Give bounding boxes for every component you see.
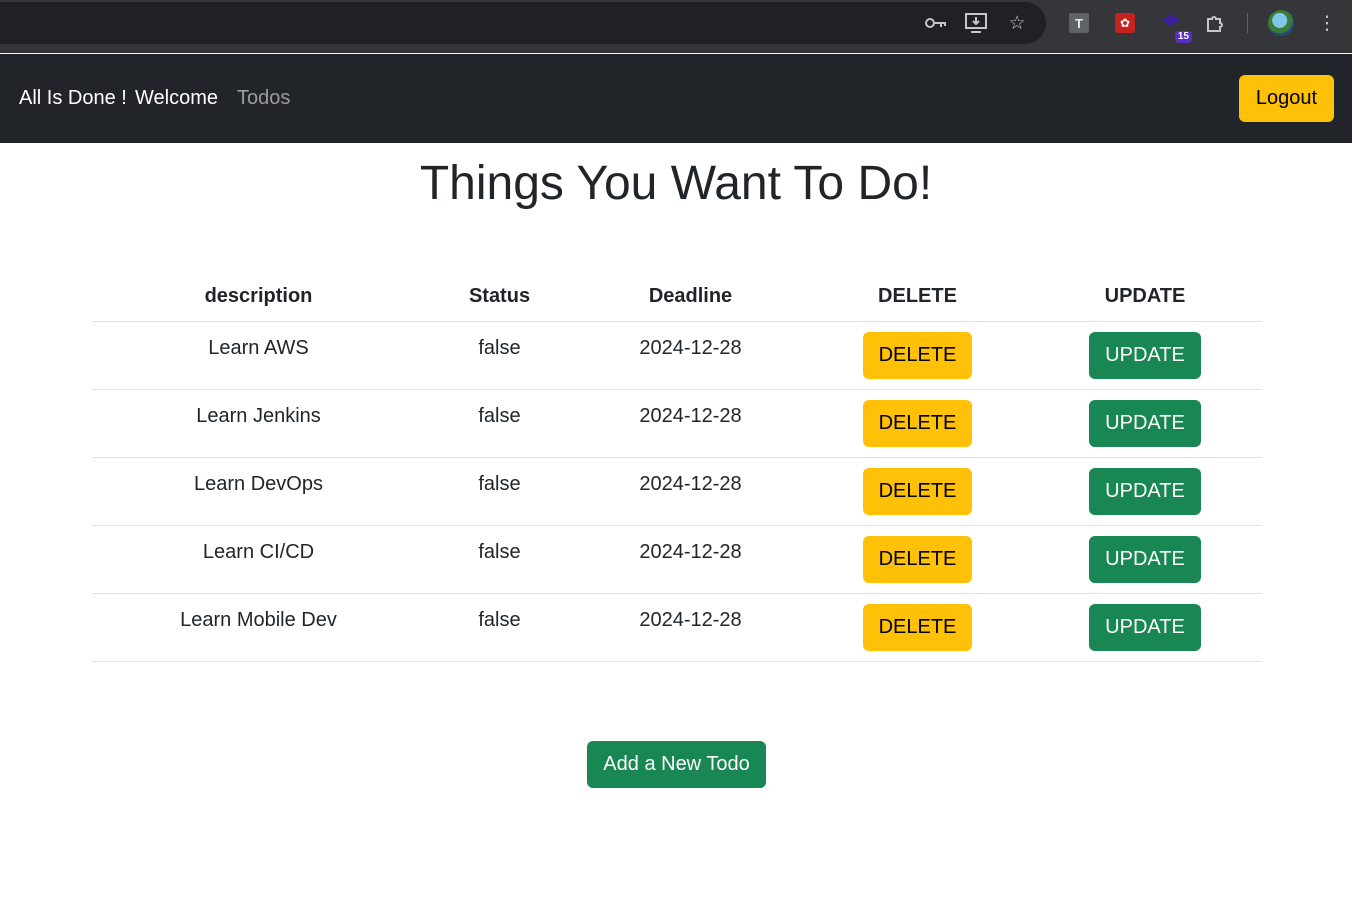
delete-button[interactable]: DELETE <box>862 399 973 447</box>
delete-cell: DELETE <box>807 457 1028 526</box>
todo-deadline: 2024-12-28 <box>574 389 807 458</box>
bookmark-star-icon[interactable]: ☆ <box>1005 11 1029 35</box>
toolbar-divider <box>1247 13 1248 33</box>
table-row: Learn CI/CD false 2024-12-28 DELETE UPDA… <box>92 525 1262 594</box>
update-button[interactable]: UPDATE <box>1089 399 1201 447</box>
update-cell: UPDATE <box>1028 457 1262 526</box>
todo-status: false <box>425 457 574 526</box>
update-cell: UPDATE <box>1028 525 1262 594</box>
more-menu-icon[interactable]: ⋮ <box>1315 11 1339 35</box>
install-app-icon[interactable] <box>964 11 988 35</box>
nav-link-welcome[interactable]: Welcome <box>135 86 218 110</box>
todo-table: description Status Deadline DELETE UPDAT… <box>92 272 1262 662</box>
todo-deadline: 2024-12-28 <box>574 525 807 594</box>
todo-description: Learn CI/CD <box>92 525 425 594</box>
nav-link-todos[interactable]: Todos <box>237 86 290 110</box>
update-button[interactable]: UPDATE <box>1089 467 1201 515</box>
todo-status: false <box>425 389 574 458</box>
delete-cell: DELETE <box>807 593 1028 662</box>
todo-status: false <box>425 321 574 390</box>
app-navbar: All Is Done ! Welcome Todos Logout <box>0 54 1352 143</box>
page-title: Things You Want To Do! <box>419 157 933 210</box>
header-update: UPDATE <box>1028 272 1262 322</box>
update-button[interactable]: UPDATE <box>1089 603 1201 651</box>
delete-cell: DELETE <box>807 525 1028 594</box>
key-icon[interactable] <box>924 11 948 35</box>
extension-hat-icon[interactable]: 15 <box>1160 11 1192 43</box>
extensions-puzzle-icon[interactable] <box>1203 11 1227 35</box>
update-cell: UPDATE <box>1028 389 1262 458</box>
update-cell: UPDATE <box>1028 593 1262 662</box>
extension-badge: 15 <box>1174 31 1192 43</box>
delete-cell: DELETE <box>807 389 1028 458</box>
delete-cell: DELETE <box>807 321 1028 390</box>
todo-description: Learn DevOps <box>92 457 425 526</box>
table-header-row: description Status Deadline DELETE UPDAT… <box>92 272 1262 322</box>
todo-description: Learn Mobile Dev <box>92 593 425 662</box>
todo-description: Learn Jenkins <box>92 389 425 458</box>
header-description: description <box>92 272 425 322</box>
update-button[interactable]: UPDATE <box>1089 535 1201 583</box>
delete-button[interactable]: DELETE <box>862 603 973 651</box>
todo-status: false <box>425 593 574 662</box>
table-row: Learn Jenkins false 2024-12-28 DELETE UP… <box>92 389 1262 458</box>
extension-red-icon[interactable]: ✿ <box>1115 13 1135 33</box>
header-status: Status <box>425 272 574 322</box>
table-row: Learn AWS false 2024-12-28 DELETE UPDATE <box>92 321 1262 390</box>
delete-button[interactable]: DELETE <box>862 535 973 583</box>
table-row: Learn Mobile Dev false 2024-12-28 DELETE… <box>92 593 1262 662</box>
header-delete: DELETE <box>807 272 1028 322</box>
update-button[interactable]: UPDATE <box>1089 331 1201 379</box>
todo-description: Learn AWS <box>92 321 425 390</box>
todo-deadline: 2024-12-28 <box>574 457 807 526</box>
graduation-hat-icon <box>1162 14 1180 27</box>
todo-deadline: 2024-12-28 <box>574 321 807 390</box>
extension-t-icon[interactable]: T <box>1069 13 1089 33</box>
logout-button[interactable]: Logout <box>1239 75 1334 122</box>
browser-toolbar: ☆ T ✿ 15 ⋮ <box>0 0 1352 53</box>
profile-avatar[interactable] <box>1268 10 1294 36</box>
add-todo-button[interactable]: Add a New Todo <box>587 741 766 788</box>
update-cell: UPDATE <box>1028 321 1262 390</box>
delete-button[interactable]: DELETE <box>862 331 973 379</box>
address-bar[interactable] <box>0 2 1046 44</box>
delete-button[interactable]: DELETE <box>862 467 973 515</box>
header-deadline: Deadline <box>574 272 807 322</box>
navbar-brand[interactable]: All Is Done ! <box>19 86 132 110</box>
todo-status: false <box>425 525 574 594</box>
table-row: Learn DevOps false 2024-12-28 DELETE UPD… <box>92 457 1262 526</box>
todo-deadline: 2024-12-28 <box>574 593 807 662</box>
